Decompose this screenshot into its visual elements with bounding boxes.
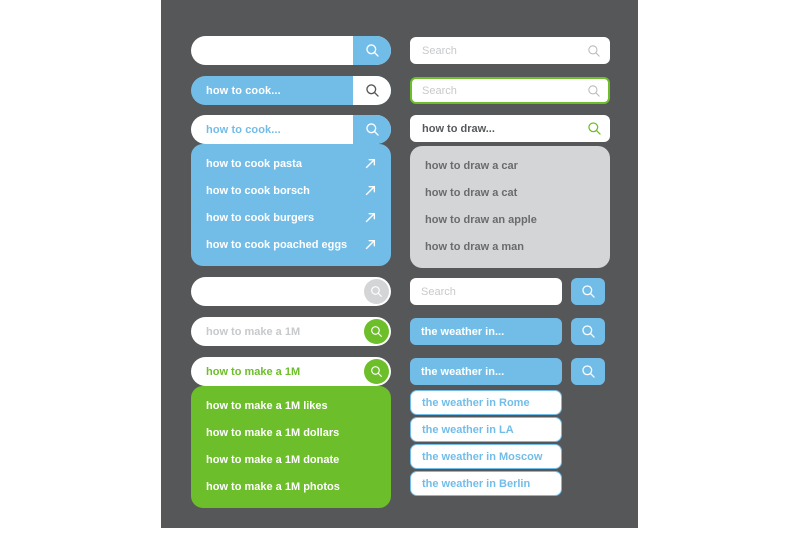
search-icon bbox=[581, 365, 595, 378]
suggestion-item[interactable]: how to cook burgers bbox=[191, 204, 391, 231]
suggestion-label: the weather in Berlin bbox=[422, 477, 531, 490]
search-input-make-filled[interactable]: how to make a 1M bbox=[191, 366, 391, 378]
suggestion-label: how to cook borsch bbox=[206, 184, 310, 197]
search-button[interactable] bbox=[353, 115, 391, 144]
suggestion-item[interactable]: how to draw a car bbox=[410, 152, 610, 179]
suggestion-item[interactable]: how to draw an apple bbox=[410, 206, 610, 233]
search-bar-filled-green[interactable]: how to make a 1M bbox=[191, 357, 391, 386]
search-field-weather-b[interactable]: the weather in... bbox=[410, 358, 562, 385]
suggestion-label: how to draw a man bbox=[425, 240, 525, 253]
suggestion-item[interactable]: the weather in Moscow bbox=[410, 444, 562, 469]
search-input-cook-blue[interactable]: how to cook... bbox=[191, 85, 353, 97]
suggestion-item[interactable]: the weather in Berlin bbox=[410, 471, 562, 496]
suggestion-label: the weather in Moscow bbox=[422, 450, 543, 463]
suggestion-label: how to make a 1M donate bbox=[206, 453, 340, 466]
suggestion-label: how to make a 1M photos bbox=[206, 480, 340, 493]
search-button[interactable] bbox=[571, 318, 605, 345]
search-icon bbox=[588, 44, 600, 57]
search-button[interactable] bbox=[353, 76, 391, 105]
suggestions-dropdown-make: how to make a 1M likes how to make a 1M … bbox=[191, 386, 391, 508]
suggestion-label: how to cook pasta bbox=[206, 157, 302, 170]
suggestion-item[interactable]: how to draw a cat bbox=[410, 179, 610, 206]
search-button[interactable] bbox=[571, 278, 605, 305]
search-input-draw[interactable]: how to draw... bbox=[412, 123, 580, 135]
search-icon bbox=[365, 44, 379, 57]
search-field-focused[interactable]: Search bbox=[410, 77, 610, 104]
search-icon bbox=[581, 285, 595, 298]
suggestion-label: the weather in LA bbox=[422, 423, 514, 436]
search-input-weather-a[interactable]: the weather in... bbox=[410, 326, 504, 338]
search-icon bbox=[371, 286, 382, 297]
search-bar-filled-white[interactable]: how to cook... bbox=[191, 115, 391, 144]
suggestion-label: how to cook burgers bbox=[206, 211, 315, 224]
search-button[interactable] bbox=[364, 279, 389, 304]
search-field-weather-a[interactable]: the weather in... bbox=[410, 318, 562, 345]
suggestion-item[interactable]: how to make a 1M photos bbox=[191, 473, 391, 500]
suggestions-dropdown-cook: how to cook pasta how to cook borsch how… bbox=[191, 144, 391, 266]
search-bar-empty-gray[interactable] bbox=[191, 277, 391, 306]
search-input-plain[interactable]: Search bbox=[412, 45, 580, 57]
search-input-cook-white[interactable]: how to cook... bbox=[191, 124, 353, 136]
suggestion-label: how to cook poached eggs bbox=[206, 238, 348, 251]
suggestion-item[interactable]: the weather in Rome bbox=[410, 390, 562, 415]
suggestion-item[interactable]: how to make a 1M donate bbox=[191, 446, 391, 473]
search-icon-button[interactable] bbox=[580, 84, 608, 98]
search-icon bbox=[371, 366, 382, 377]
search-icon bbox=[588, 84, 600, 97]
search-icon-button[interactable] bbox=[580, 44, 608, 58]
suggestions-dropdown-draw: how to draw a car how to draw a cat how … bbox=[410, 146, 610, 268]
search-button[interactable] bbox=[364, 359, 389, 384]
search-row-weather-b: the weather in... bbox=[410, 358, 610, 385]
suggestion-item[interactable]: how to draw a man bbox=[410, 233, 610, 260]
search-field-plain[interactable]: Search bbox=[410, 37, 610, 64]
suggestion-item[interactable]: how to make a 1M likes bbox=[191, 392, 391, 419]
search-row-weather-a: the weather in... bbox=[410, 318, 610, 345]
search-icon-button[interactable] bbox=[580, 121, 608, 136]
search-icon bbox=[371, 326, 382, 337]
search-input-make-placeholder[interactable]: how to make a 1M bbox=[191, 326, 391, 338]
search-icon bbox=[581, 325, 595, 338]
search-input-weather-empty[interactable]: Search bbox=[410, 286, 456, 298]
search-bar-empty-blue[interactable] bbox=[191, 36, 391, 65]
search-icon bbox=[365, 84, 379, 97]
arrow-up-right-icon bbox=[363, 157, 377, 171]
search-button[interactable] bbox=[353, 36, 391, 65]
suggestion-label: how to draw a cat bbox=[425, 186, 518, 199]
suggestion-label: the weather in Rome bbox=[422, 396, 530, 409]
suggestion-item[interactable]: how to cook borsch bbox=[191, 177, 391, 204]
search-field-filled-draw[interactable]: how to draw... bbox=[410, 115, 610, 142]
arrow-up-right-icon bbox=[363, 184, 377, 198]
suggestion-label: how to make a 1M dollars bbox=[206, 426, 340, 439]
screenshot-canvas: how to cook... how to cook... how to coo… bbox=[0, 0, 800, 533]
ui-kit-panel: how to cook... how to cook... how to coo… bbox=[161, 0, 638, 528]
suggestion-label: how to make a 1M likes bbox=[206, 399, 328, 412]
search-input-focused[interactable]: Search bbox=[412, 85, 580, 97]
suggestion-label: how to draw an apple bbox=[425, 213, 537, 226]
suggestion-item[interactable]: how to cook poached eggs bbox=[191, 231, 391, 258]
search-bar-placeholder-green[interactable]: how to make a 1M bbox=[191, 317, 391, 346]
search-button[interactable] bbox=[571, 358, 605, 385]
suggestions-dropdown-weather: the weather in Rome the weather in LA th… bbox=[410, 390, 610, 496]
arrow-up-right-icon bbox=[363, 211, 377, 225]
search-button[interactable] bbox=[364, 319, 389, 344]
suggestion-item[interactable]: how to make a 1M dollars bbox=[191, 419, 391, 446]
search-row-plain: Search bbox=[410, 278, 610, 305]
search-field-weather-empty[interactable]: Search bbox=[410, 278, 562, 305]
suggestion-item[interactable]: how to cook pasta bbox=[191, 150, 391, 177]
search-icon bbox=[365, 123, 379, 136]
search-icon bbox=[587, 122, 601, 135]
suggestion-label: how to draw a car bbox=[425, 159, 518, 172]
arrow-up-right-icon bbox=[363, 238, 377, 252]
search-bar-filled-blue[interactable]: how to cook... bbox=[191, 76, 391, 105]
search-input-weather-b[interactable]: the weather in... bbox=[410, 366, 504, 378]
suggestion-item[interactable]: the weather in LA bbox=[410, 417, 562, 442]
